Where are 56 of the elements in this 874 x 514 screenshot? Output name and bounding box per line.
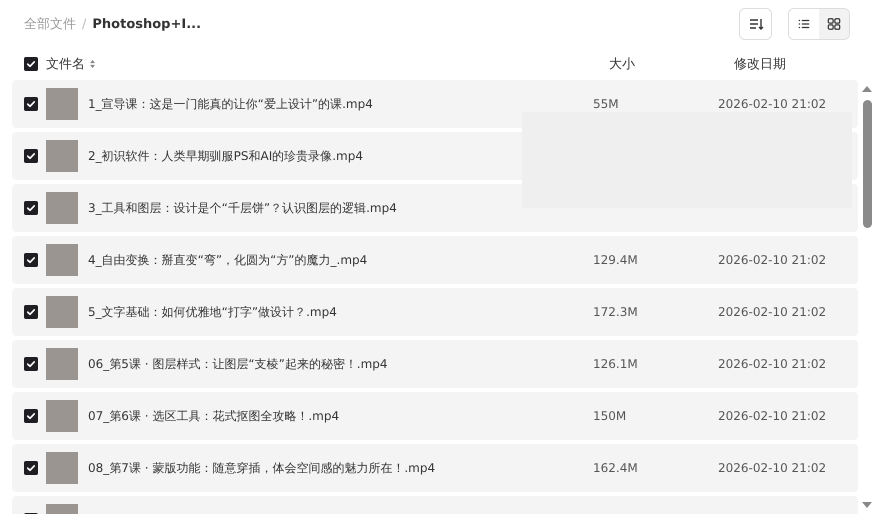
- file-row[interactable]: 4_自由变换：掰直变“弯”，化圆为“方”的魔力_.mp4 129.4M 2026-02-10 21:02: [12, 236, 858, 284]
- checkbox[interactable]: [24, 461, 38, 475]
- scrollbar-thumb[interactable]: [862, 100, 872, 228]
- file-name: 4_自由变换：掰直变“弯”，化圆为“方”的魔力_.mp4: [88, 252, 368, 268]
- file-name: 5_文字基础：如何优雅地“打字”做设计？.mp4: [88, 304, 337, 320]
- file-size: 150M: [593, 409, 626, 423]
- file-name: 07_第6课 · 选区工具：花式抠图全攻略！.mp4: [88, 408, 340, 424]
- modified-date: 2026-02-10 21:02: [718, 409, 826, 423]
- column-header: 大小: [609, 57, 635, 72]
- modified-date: 2026-02-10 21:02: [718, 461, 826, 475]
- checkbox[interactable]: [24, 305, 38, 319]
- file-name: 08_第7课 · 蒙版功能：随意穿插，体会空间感的魅力所在！.mp4: [88, 460, 436, 476]
- video-thumbnail: [46, 296, 78, 328]
- checkbox[interactable]: [24, 253, 38, 267]
- file-row[interactable]: 5_文字基础：如何优雅地“打字”做设计？.mp4 172.3M 2026-02-10 21:02: [12, 288, 858, 336]
- file-row[interactable]: 07_第6课 · 选区工具：花式抠图全攻略！.mp4 150M 2026-02-10 21:02: [12, 392, 858, 440]
- video-thumbnail: [46, 140, 78, 172]
- scroll-down-arrow[interactable]: [862, 502, 872, 508]
- file-name: 06_第5课 · 图层样式：让图层“支棱”起来的秘密！.mp4: [88, 356, 388, 372]
- sort-icon: [748, 16, 764, 32]
- file-name: 3_工具和图层：设计是个“千层饼”？认识图层的逻辑.mp4: [88, 200, 397, 216]
- breadcrumb-separator: /: [82, 16, 86, 32]
- modified-date: 2026-02-10 21:02: [718, 305, 826, 319]
- video-thumbnail: [46, 348, 78, 380]
- video-thumbnail: [46, 192, 78, 224]
- file-row[interactable]: 08_第7课 · 蒙版功能：随意穿插，体会空间感的魅力所在！.mp4 162.4M 2026-02-10 21:02: [12, 444, 858, 492]
- checkbox[interactable]: [24, 409, 38, 423]
- checkbox[interactable]: [24, 57, 38, 71]
- list-view-button[interactable]: [789, 9, 819, 39]
- file-size: 129.4M: [593, 253, 638, 267]
- checkbox[interactable]: [24, 357, 38, 371]
- checkbox[interactable]: [24, 149, 38, 163]
- scroll-up-arrow[interactable]: [862, 86, 872, 92]
- video-thumbnail: [46, 452, 78, 484]
- file-name: 1_宣导课：这是一门能真的让你“爱上设计”的课.mp4: [88, 96, 373, 112]
- file-size: 126.1M: [593, 357, 638, 371]
- checkbox[interactable]: [24, 97, 38, 111]
- file-size: 172.3M: [593, 305, 638, 319]
- file-size: 162.4M: [593, 461, 638, 475]
- column-header: 修改日期: [734, 57, 786, 72]
- file-row[interactable]: 06_第5课 · 图层样式：让图层“支棱”起来的秘密！.mp4 126.1M 2026-02-10 21:02: [12, 340, 858, 388]
- video-thumbnail: [46, 244, 78, 276]
- file-name: 2_初识软件：人类早期驯服PS和AI的珍贵录像.mp4: [88, 148, 363, 164]
- column-header[interactable]: 文件名: [46, 55, 85, 73]
- video-thumbnail: [46, 400, 78, 432]
- sort-icon[interactable]: [89, 59, 96, 69]
- checkbox[interactable]: [24, 201, 38, 215]
- grid-icon: [827, 17, 841, 31]
- modified-date: 2026-02-10 21:02: [718, 253, 826, 267]
- modified-date: 2026-02-10 21:02: [718, 357, 826, 371]
- modified-date: 2026-02-10 21:02: [718, 97, 826, 111]
- list-icon: [797, 17, 811, 31]
- video-thumbnail: [46, 88, 78, 120]
- breadcrumb-item[interactable]: Photoshop+I...: [92, 16, 202, 32]
- file-size: 55M: [593, 97, 619, 111]
- sort-button[interactable]: [739, 8, 772, 40]
